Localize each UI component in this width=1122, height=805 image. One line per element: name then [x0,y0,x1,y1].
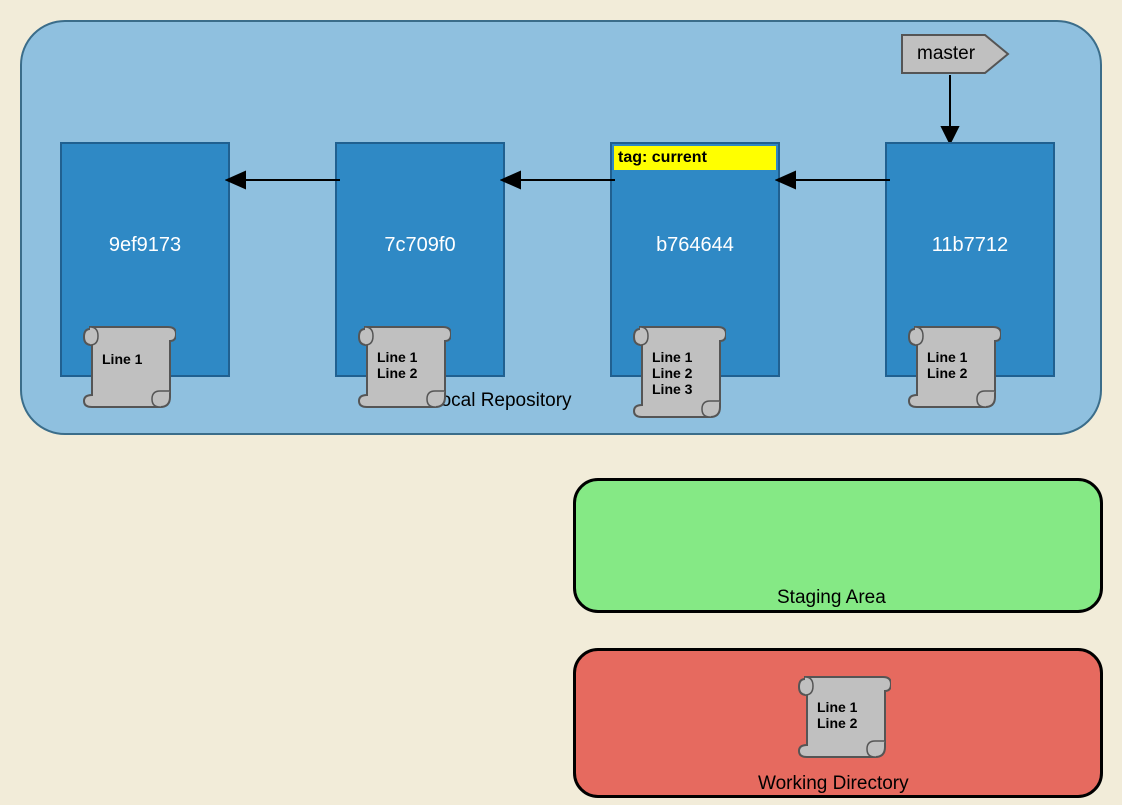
scroll-text-commit-2: Line 1 Line 2 [377,349,417,381]
scroll-text-working: Line 1 Line 2 [817,699,857,731]
commit-hash-2: 7c709f0 [337,234,503,257]
arrow-c3-c2 [500,165,615,195]
arrow-c4-c3 [775,165,890,195]
master-branch-label: master [917,43,975,65]
commit-hash-4: 11b7712 [887,234,1053,257]
staging-area-label: Staging Area [777,587,886,609]
scroll-text-commit-4: Line 1 Line 2 [927,349,967,381]
scroll-text-commit-3: Line 1 Line 2 Line 3 [652,349,692,397]
local-repository-label: Local Repository [430,390,572,412]
commit-tag: tag: current [614,146,776,170]
commit-hash-3: b764644 [612,234,778,257]
commit-hash-1: 9ef9173 [62,234,228,257]
arrow-c2-c1 [225,165,340,195]
working-directory-label: Working Directory [758,773,909,795]
arrow-master-to-commit [935,75,965,145]
scroll-text-commit-1: Line 1 [102,351,142,367]
